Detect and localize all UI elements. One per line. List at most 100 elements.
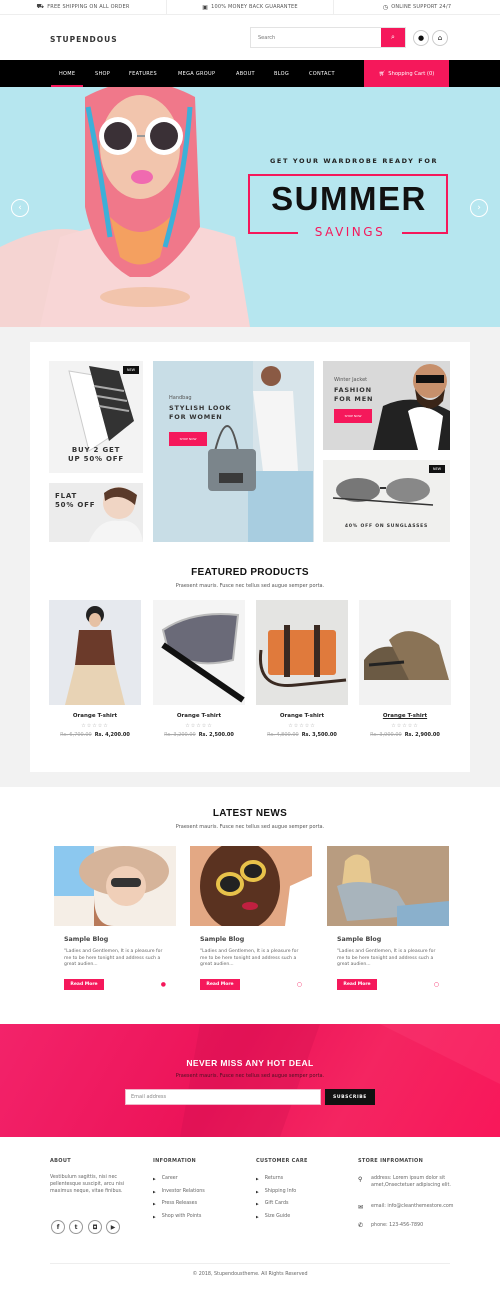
footer-store-title: STORE INFROMATION [358,1158,424,1164]
blog-title[interactable]: Sample Blog [64,936,176,943]
footer-link-shipping-info[interactable]: ▶ Shipping Info [256,1189,296,1194]
product-image[interactable] [153,600,245,705]
search-button[interactable]: ⌕ [381,28,405,47]
banner-jacket[interactable]: Winter Jacket FASHION FOR MEN SHOP NOW [323,361,450,450]
footer-link-shop-with-points[interactable]: ▶ Shop with Points [153,1214,201,1219]
banner-shoes[interactable]: NEW BUY 2 GET UP 50% OFF [49,361,143,473]
blog-title[interactable]: Sample Blog [337,936,449,943]
basket-button[interactable]: ⌂ [432,30,448,46]
blog-title[interactable]: Sample Blog [200,936,312,943]
nav-about[interactable]: ABOUT [236,60,255,87]
store-address: address: Lorem ipsum dolor sit amet,Onse… [371,1176,451,1188]
product-image[interactable] [49,600,141,705]
comment-icon[interactable]: ○ [297,981,302,988]
product-card[interactable]: Orange T-shirt ☆☆☆☆☆ Rs. 4,800.00 Rs. 3,5… [256,600,348,738]
blog-card: Sample Blog "Ladies and Gentlemen, It is… [190,846,312,990]
search-icon: ⌕ [391,33,395,41]
product-image[interactable] [359,600,451,705]
newsletter-subtitle: Praesent mauris. Fusce nec tellus sed au… [175,1073,325,1079]
shopping-cart-button[interactable]: 🛒︎ Shopping Cart (0) [364,60,449,87]
youtube-icon[interactable]: ▶ [106,1220,120,1234]
main-nav: HOME SHOP FEATURES MEGA GROUP ABOUT BLOG… [0,60,500,87]
hero-next-button[interactable]: › [470,199,488,217]
nav-contact[interactable]: CONTACT [309,60,335,87]
store-email[interactable]: email: info@cleanthemestore.com [371,1203,456,1210]
footer-link-press-releases[interactable]: ▶ Press Releases [153,1201,197,1206]
nav-shop[interactable]: SHOP [95,60,110,87]
caret-right-icon: ▶ [153,1214,156,1219]
jacket-text: FASHION FOR MEN [334,386,374,403]
product-image[interactable] [256,600,348,705]
blog-image[interactable] [190,846,312,926]
footer-link-career[interactable]: ▶ Career [153,1176,178,1181]
copyright: © 2018, Stupendoustheme. All Rights Rese… [192,1272,308,1277]
product-rating: ☆☆☆☆☆ [185,723,213,729]
banner-flat-off[interactable]: FLAT 50% OFF [49,483,143,542]
product-price: Rs. 3,200.00 Rs. 2,500.00 [164,732,234,738]
shop-now-button[interactable]: SHOP NOW [334,409,372,423]
instagram-icon[interactable]: ◘ [88,1220,102,1234]
blog-image[interactable] [327,846,449,926]
product-card[interactable]: Orange T-shirt ☆☆☆☆☆ Rs. 3,900.00 Rs. 2,9… [359,600,451,738]
product-name[interactable]: Orange T-shirt [49,713,141,719]
info-money-back: ▣ 100% MONEY BACK GUARANTEE [167,0,334,14]
footer-link-returns[interactable]: ▶ Returns [256,1176,283,1181]
product-photo-shoes [364,631,449,680]
email-input[interactable]: Email address [125,1089,321,1105]
nav-mega-group[interactable]: MEGA GROUP [178,60,215,87]
footer-link-size-guide[interactable]: ▶ Size Guide [256,1214,290,1219]
product-card[interactable]: Orange T-shirt ☆☆☆☆☆ Rs. 6,700.00 Rs. 4,2… [49,600,141,738]
truck-icon: ⛟ [36,3,45,10]
facebook-icon[interactable]: f [51,1220,65,1234]
caret-right-icon: ▶ [153,1176,156,1181]
footer-customer-care-title: CUSTOMER CARE [256,1158,308,1164]
new-badge: NEW [429,465,445,473]
search-bar: ⌕ [250,27,406,48]
account-button[interactable]: ● [413,30,429,46]
banner-shoes-text: BUY 2 GET UP 50% OFF [68,446,124,463]
blog-card: Sample Blog "Ladies and Gentlemen, It is… [54,846,176,990]
caret-right-icon: ▶ [256,1201,259,1206]
blog-image[interactable] [54,846,176,926]
shop-now-button[interactable]: SHOP NOW [169,432,207,446]
product-name[interactable]: Orange T-shirt [256,713,348,719]
footer-divider [50,1263,450,1264]
twitter-icon[interactable]: t [69,1220,83,1234]
banner-handbag[interactable]: Handbag STYLISH LOOK FOR WOMEN SHOP NOW [153,361,314,542]
product-card[interactable]: Orange T-shirt ☆☆☆☆☆ Rs. 3,200.00 Rs. 2,5… [153,600,245,738]
product-rating: ☆☆☆☆☆ [391,723,419,729]
jacket-category: Winter Jacket [334,377,368,383]
footer-link-investor-relations[interactable]: ▶ Investor Relations [153,1189,205,1194]
search-input[interactable] [251,28,381,47]
blog-card: Sample Blog "Ladies and Gentlemen, It is… [327,846,449,990]
read-more-button[interactable]: Read More [337,979,377,990]
product-name[interactable]: Orange T-shirt [153,713,245,719]
nav-features[interactable]: FEATURES [129,60,157,87]
featured-subtitle: Praesent mauris. Fusce nec tellus sed au… [175,583,325,589]
product-price: Rs. 4,800.00 Rs. 3,500.00 [267,732,337,738]
envelope-icon: ✉ [358,1204,364,1211]
comment-icon[interactable]: ○ [434,981,439,988]
newsletter-pattern [180,1024,500,1137]
new-badge: NEW [123,366,139,374]
product-name[interactable]: Orange T-shirt [359,713,451,719]
read-more-button[interactable]: Read More [200,979,240,990]
product-price: Rs. 3,900.00 Rs. 2,900.00 [370,732,440,738]
nav-blog[interactable]: BLOG [274,60,289,87]
site-logo[interactable]: STUPENDOUS [50,35,118,44]
read-more-button[interactable]: Read More [64,979,104,990]
banner-sunglasses[interactable]: NEW 40% OFF ON SUNGLASSES [323,460,450,542]
clock-icon: ◷ [382,3,389,11]
footer-information-title: INFORMATION [153,1158,197,1164]
banner-flat-text: FLAT 50% OFF [55,492,96,509]
newsletter-title: NEVER MISS ANY HOT DEAL [186,1058,314,1068]
subscribe-button[interactable]: SUBSCRIBE [325,1089,375,1105]
comment-icon[interactable]: ● [161,981,166,988]
footer-about-title: ABOUT [50,1158,71,1164]
hero-prev-button[interactable]: ‹ [11,199,29,217]
footer-link-gift-cards[interactable]: ▶ Gift Cards [256,1201,288,1206]
chevron-left-icon: ‹ [18,203,22,213]
nav-home[interactable]: HOME [50,60,84,87]
hero-tagline: GET YOUR WARDROBE READY FOR [270,157,439,165]
caret-right-icon: ▶ [153,1189,156,1194]
